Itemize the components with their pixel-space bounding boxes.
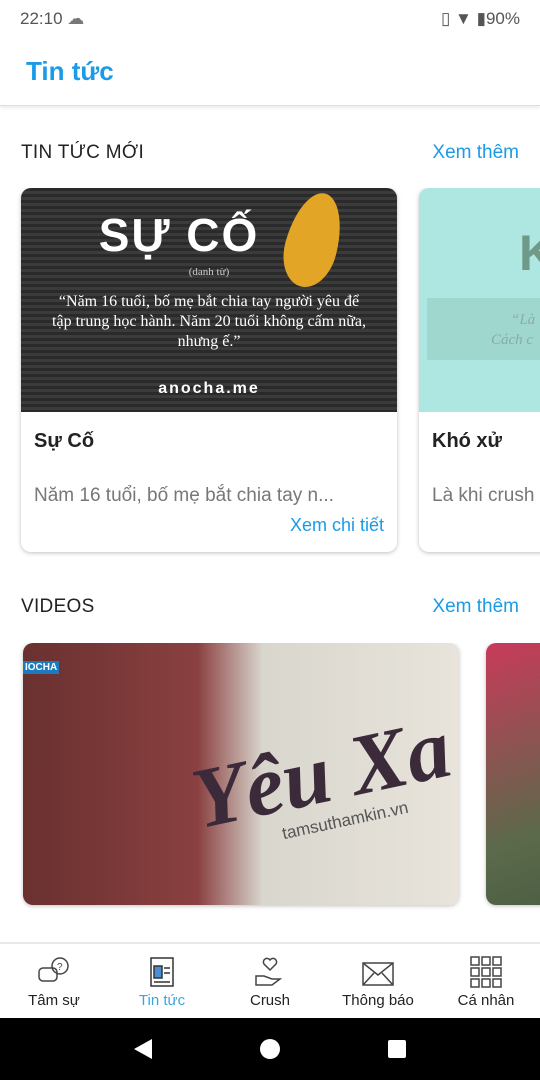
news-title: Khó xử xyxy=(432,430,503,452)
heart-hand-icon xyxy=(255,957,283,986)
nav-label: Tâm sự xyxy=(28,992,80,1009)
image-quote: “Năm 16 tuổi, bố mẹ bắt chia tay người y… xyxy=(52,293,366,350)
svg-text:?: ? xyxy=(57,962,63,973)
wifi-icon: ▼ xyxy=(455,9,472,28)
nav-tin-tuc[interactable]: Tin tức xyxy=(108,944,216,1018)
videos-see-more-link[interactable]: Xem thêm xyxy=(432,596,519,618)
battery-level: 90% xyxy=(485,9,520,28)
newspaper-icon xyxy=(150,957,174,987)
section-title: TIN TỨC MỚI xyxy=(21,142,145,163)
news-see-more-link[interactable]: Xem thêm xyxy=(432,142,519,164)
nav-ca-nhan[interactable]: Cá nhân xyxy=(432,944,540,1018)
news-card[interactable]: SỰ CỐ (danh từ) “Năm 16 tuổi, bố mẹ bắt … xyxy=(21,188,397,552)
news-card[interactable]: K “Là Cách c Khó xử Là khi crush xyxy=(419,188,540,552)
app-header: Tin tức xyxy=(0,38,540,106)
section-title: VIDEOS xyxy=(21,596,95,617)
cloud-icon: ☁ xyxy=(67,9,85,28)
image-heading: K xyxy=(519,225,540,281)
image-quote: Cách c xyxy=(491,332,534,348)
chat-question-icon: ? xyxy=(38,957,69,982)
home-icon[interactable] xyxy=(257,1036,283,1062)
status-bar: 22:10 ☁ ▯ ▼ ▮90% xyxy=(0,0,540,38)
news-desc: Năm 16 tuổi, bố mẹ bắt chia tay n... xyxy=(34,485,334,506)
grid-icon xyxy=(470,956,502,988)
video-card[interactable] xyxy=(486,643,540,905)
news-carousel[interactable]: SỰ CỐ (danh từ) “Năm 16 tuổi, bố mẹ bắt … xyxy=(0,188,540,560)
video-card[interactable]: IOCHA Yêu Xa tamsuthamkin.vn xyxy=(23,643,459,905)
nav-label: Thông báo xyxy=(342,992,414,1009)
news-image: K “Là Cách c xyxy=(419,188,540,412)
video-logo: IOCHA xyxy=(23,661,60,674)
nav-label: Crush xyxy=(249,992,290,1009)
nav-tam-su[interactable]: ? Tâm sự xyxy=(0,944,108,1018)
page-title: Tin tức xyxy=(26,56,114,86)
clock: 22:10 xyxy=(20,9,63,28)
nav-thong-bao[interactable]: Thông báo xyxy=(324,944,432,1018)
image-quote: “Là xyxy=(511,312,536,328)
vibrate-icon: ▯ xyxy=(440,9,451,28)
image-sub: (danh từ) xyxy=(188,266,230,278)
view-detail-link[interactable]: Xem chi tiết xyxy=(21,507,397,536)
envelope-icon xyxy=(362,962,394,986)
videos-carousel[interactable]: IOCHA Yêu Xa tamsuthamkin.vn xyxy=(0,643,540,913)
news-section-header: TIN TỨC MỚI Xem thêm xyxy=(0,142,540,164)
back-icon[interactable] xyxy=(132,1037,154,1061)
nav-label: Tin tức xyxy=(138,992,186,1009)
news-desc: Là khi crush xyxy=(432,485,535,506)
image-brand: anocha.me xyxy=(158,380,260,397)
news-image: SỰ CỐ (danh từ) “Năm 16 tuổi, bố mẹ bắt … xyxy=(21,188,397,412)
recents-icon[interactable] xyxy=(386,1038,408,1060)
battery-icon: ▮ xyxy=(476,9,486,28)
system-nav-bar xyxy=(0,1018,540,1080)
videos-section-header: VIDEOS Xem thêm xyxy=(0,596,540,618)
nav-label: Cá nhân xyxy=(457,992,515,1009)
bottom-nav: ? Tâm sự Tin tức Crush Thông báo Cá nhân xyxy=(0,942,540,1018)
image-heading: SỰ CỐ xyxy=(98,209,260,261)
news-title: Sự Cố xyxy=(34,430,95,452)
nav-crush[interactable]: Crush xyxy=(216,944,324,1018)
